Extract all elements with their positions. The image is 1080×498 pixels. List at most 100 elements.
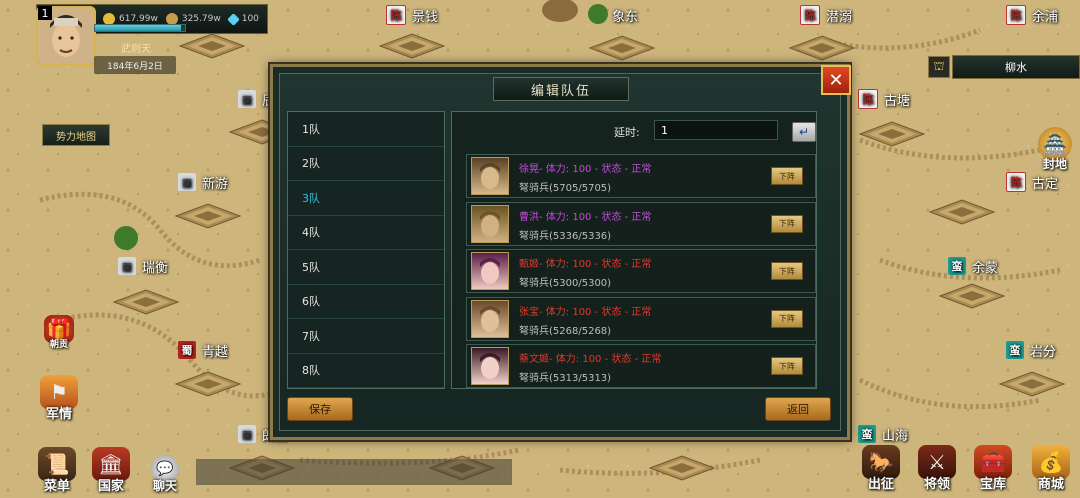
- shop-label: 商城: [1037, 477, 1064, 492]
- city-label[interactable]: ▣ 瑞衡: [118, 255, 168, 277]
- general-row[interactable]: 张宝- 体力: 100 - 状态 - 正常 弩骑兵(5268/5268) 下阵: [466, 296, 816, 341]
- general-troops: 弩骑兵(5300/5300): [519, 278, 612, 289]
- city-label[interactable]: 陈古定: [1006, 171, 1058, 193]
- dismiss-button[interactable]: 下阵: [771, 262, 803, 280]
- team-item[interactable]: 5队: [288, 250, 444, 285]
- city-name: 岩分: [1030, 344, 1057, 360]
- general-row[interactable]: 曹洪- 体力: 100 - 状态 - 正常 弩骑兵(5336/5336) 下阵: [466, 201, 816, 246]
- general-face-icon: [480, 210, 500, 237]
- city-label[interactable]: 象东: [612, 4, 638, 26]
- city-name: 余蒙: [972, 260, 999, 276]
- menu-label: 菜单: [43, 479, 70, 494]
- back-button[interactable]: 返回: [765, 397, 831, 421]
- player-level: 1: [38, 6, 52, 20]
- general-row[interactable]: 甄姬- 体力: 100 - 状态 - 正常弩骑兵(5300/5300) 下阵: [466, 249, 816, 293]
- general-row[interactable]: 蔡文姬- 体力: 100 - 状态 - 正常弩骑兵(5313/5313) 下阵: [466, 344, 816, 388]
- dismiss-button[interactable]: 下阵: [771, 214, 803, 233]
- city-label[interactable]: 蛮岩分: [1006, 339, 1056, 361]
- power-map-button[interactable]: 势力地图: [42, 124, 110, 146]
- tribute-label: 朝贡: [49, 340, 68, 350]
- city-label[interactable]: 陈古塘: [858, 88, 910, 110]
- general-troops: 弩骑兵(5313/5313): [519, 373, 612, 384]
- city-label[interactable]: 陈潜溺: [800, 4, 852, 26]
- general-row[interactable]: 徐晃- 体力: 100 - 状态 - 正常弩骑兵(5705/5705) 下阵: [466, 154, 816, 198]
- castle-icon[interactable]: ⛫: [928, 56, 950, 78]
- faction-badge: ▣: [178, 173, 196, 191]
- food-value: 325.79w: [181, 14, 221, 24]
- chat-button[interactable]: 💬 聊天: [140, 442, 190, 494]
- city-name: 景钱: [412, 9, 439, 25]
- diamond-resource: 100: [226, 12, 259, 26]
- general-troops: 弩骑兵(5705/5705): [519, 183, 612, 194]
- general-stats: - 体力: 100 - 状态 - 正常: [539, 259, 652, 270]
- gold-value: 617.99w: [119, 14, 158, 24]
- military-info-label: 军情: [45, 407, 72, 422]
- city-name: 潜溺: [826, 9, 853, 25]
- generals-label: 将领: [923, 477, 950, 492]
- team-item[interactable]: 7队: [288, 319, 444, 354]
- menu-button[interactable]: 📜 菜单: [32, 442, 82, 494]
- march-label: 出征: [867, 477, 894, 492]
- general-face-icon: [480, 353, 500, 379]
- faction-badge: ▣: [118, 257, 136, 275]
- general-face-icon: [480, 305, 500, 332]
- treasury-button[interactable]: 🧰 宝库: [968, 440, 1018, 492]
- dismiss-button[interactable]: 下阵: [771, 357, 803, 375]
- close-button[interactable]: ✕: [821, 65, 851, 95]
- country-button[interactable]: 🏛 国家: [86, 442, 136, 494]
- general-status-line: 甄姬- 体力: 100 - 状态 - 正常: [519, 255, 651, 270]
- city-name: 余浦: [1032, 9, 1059, 25]
- team-item[interactable]: 3队: [288, 181, 444, 216]
- diamond-icon: [226, 12, 240, 26]
- team-item[interactable]: 2队: [288, 147, 444, 181]
- general-stats: - 体力: 100 - 状态 - 正常: [549, 354, 662, 365]
- city-name: 象东: [612, 9, 639, 25]
- general-portrait: [471, 157, 509, 195]
- general-stats: - 体力: 100 - 状态 - 正常: [539, 164, 652, 175]
- team-item[interactable]: 6队: [288, 285, 444, 319]
- march-button[interactable]: 🐎 出征: [856, 440, 906, 492]
- faction-badge: ▣: [238, 90, 256, 108]
- general-status-line: 徐晃- 体力: 100 - 状态 - 正常: [519, 160, 651, 175]
- game-date: 184年6月2日: [94, 56, 176, 74]
- team-list: 1队 2队 3队 4队 5队 6队 7队 8队: [287, 111, 445, 389]
- city-label[interactable]: 陈余浦: [1006, 4, 1058, 26]
- pay-tribute-button[interactable]: 🎁 朝贡: [34, 310, 84, 350]
- city-name: 瑞衡: [142, 260, 169, 276]
- delay-confirm-button[interactable]: ↵: [792, 122, 816, 142]
- general-status-line: 张宝- 体力: 100 - 状态 - 正常: [519, 303, 651, 318]
- delay-input[interactable]: [654, 120, 778, 140]
- general-status-line: 曹洪- 体力: 100 - 状态 - 正常: [519, 208, 651, 223]
- player-name: 武则天: [121, 44, 151, 55]
- city-name: 古定: [1032, 176, 1059, 192]
- general-name: 蔡文姬: [519, 354, 549, 365]
- generals-button[interactable]: ⚔ 将领: [912, 440, 962, 492]
- city-label[interactable]: 蛮余蒙: [948, 255, 998, 277]
- dismiss-button[interactable]: 下阵: [771, 309, 803, 328]
- player-hp-bar: [94, 24, 186, 32]
- current-location[interactable]: 柳水: [952, 55, 1080, 79]
- city-label[interactable]: 蜀青越: [178, 339, 228, 361]
- general-troops: 弩骑兵(5268/5268): [519, 325, 612, 337]
- dismiss-button[interactable]: 下阵: [771, 167, 803, 185]
- team-item[interactable]: 1队: [288, 112, 444, 147]
- city-label[interactable]: ▣ 新游: [178, 171, 228, 193]
- faction-badge: 蛮: [1006, 341, 1024, 359]
- team-item[interactable]: 4队: [288, 216, 444, 250]
- city-name: 新游: [202, 176, 229, 192]
- general-troops: 弩骑兵(5336/5336): [519, 230, 612, 242]
- team-item[interactable]: 8队: [288, 354, 444, 388]
- military-info-button[interactable]: ⚑ 军情: [34, 374, 84, 422]
- faction-badge: 陈: [858, 89, 878, 109]
- general-face-icon: [480, 258, 500, 284]
- chat-input-bar[interactable]: [196, 459, 512, 485]
- team-detail-panel: 延时: ↵ 徐晃- 体力: 100 - 状态 - 正常弩骑兵(5705/5705…: [451, 111, 817, 389]
- general-portrait: [471, 347, 509, 385]
- shop-button[interactable]: 💰 商城: [1026, 440, 1076, 492]
- general-name: 张宝: [519, 306, 539, 318]
- save-button[interactable]: 保存: [287, 397, 353, 421]
- city-label[interactable]: 陈景钱: [386, 4, 438, 26]
- treasury-label: 宝库: [979, 477, 1006, 492]
- country-label: 国家: [97, 479, 124, 494]
- fief-button[interactable]: 🏯 封地: [1030, 120, 1080, 172]
